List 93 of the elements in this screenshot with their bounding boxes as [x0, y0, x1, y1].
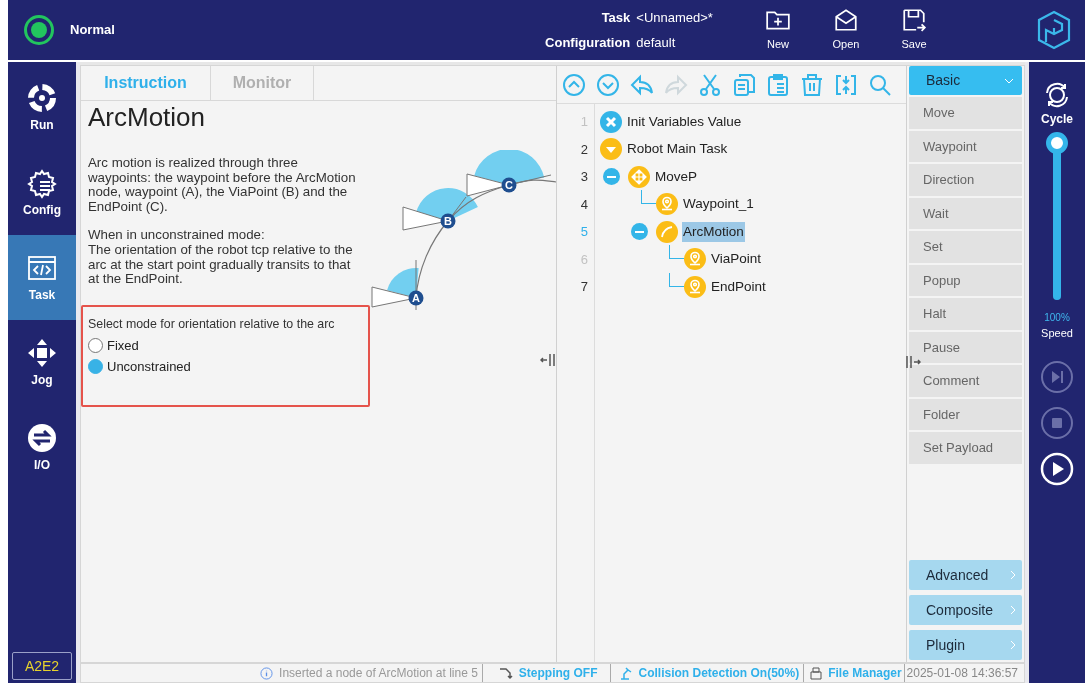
expand-right-icon[interactable] [905, 354, 921, 370]
configuration-label: Configuration [544, 34, 631, 52]
line-number: 2 [579, 140, 589, 159]
palette-item[interactable]: Direction [909, 164, 1022, 196]
description-text: Arc motion is realized through three waypoints: the waypoint before the ArcMotion node, waypoint (A), the ViaPoint (B) and the EndPoint (C). [87, 156, 357, 215]
chevron-right-icon [1010, 570, 1016, 580]
cross-icon [600, 110, 622, 133]
line-number: 3 [579, 168, 589, 186]
chevron-right-icon [1010, 605, 1016, 615]
tree-node-label[interactable]: EndPoint [710, 276, 767, 297]
palette-item[interactable]: Comment [909, 365, 1022, 397]
speed-value: 100% [1044, 311, 1070, 325]
line-number: 5 [579, 223, 589, 241]
target-icon [26, 81, 58, 114]
line-number: 7 [579, 278, 589, 296]
fold-icon[interactable] [834, 72, 858, 97]
open-button[interactable]: Open [819, 7, 873, 53]
search-icon[interactable] [868, 72, 892, 97]
category-dropdown[interactable]: Basic [909, 66, 1022, 95]
task-label: Task [600, 8, 631, 27]
palette-item[interactable]: Set Payload [909, 432, 1022, 464]
nav-item[interactable]: Task [8, 235, 76, 320]
option-group-label: Select mode for orientation relative to the arc [88, 315, 336, 333]
triangle-down-icon [600, 138, 622, 161]
save-icon [901, 7, 927, 34]
clipboard-icon[interactable] [766, 72, 790, 97]
cycle-icon [1044, 82, 1070, 108]
palette-item[interactable]: Halt [909, 298, 1022, 330]
nav-item[interactable]: I/O [8, 405, 76, 490]
tree-node-label[interactable]: Init Variables Value [626, 111, 743, 132]
location-pin-icon [684, 275, 706, 298]
palette-item[interactable]: Pause [909, 331, 1022, 363]
tree-node-label[interactable]: ViaPoint [710, 249, 763, 270]
collapse-left-icon[interactable] [540, 352, 556, 368]
location-pin-icon [656, 193, 678, 216]
undo-icon[interactable] [630, 72, 654, 97]
instruction-title: ArcMotion [87, 102, 207, 132]
description-text: When in unconstrained mode: The orientation of the robot tcp relative to the arc at the start point gradually transits to that at the EndPoint. [87, 228, 354, 287]
radio-label: Fixed [107, 337, 139, 356]
category-button[interactable]: Composite [909, 595, 1022, 625]
radio-label: Unconstrained [107, 358, 191, 377]
palette-item[interactable]: Folder [909, 398, 1022, 430]
radio-option[interactable]: Unconstrained [88, 356, 363, 378]
configuration-name: default [636, 34, 677, 52]
move-arrows-icon [628, 165, 650, 188]
radio-button[interactable] [88, 338, 103, 354]
nav-item[interactable]: Config [8, 150, 76, 235]
tree-node-label[interactable]: MoveP [654, 166, 699, 187]
chevron-right-icon [1010, 640, 1016, 650]
tree-node-label[interactable]: Robot Main Task [626, 139, 729, 160]
radio-button[interactable] [88, 359, 103, 375]
collapse-toggle[interactable] [631, 223, 648, 241]
chevron-down-icon [1004, 77, 1014, 84]
arc-diagram-drawing: A B C [370, 150, 558, 316]
save-button[interactable]: Save [887, 7, 941, 53]
trash-icon[interactable] [800, 72, 824, 97]
exchange-icon [26, 421, 58, 454]
new-button[interactable]: New [751, 7, 805, 53]
palette-item[interactable]: Popup [909, 264, 1022, 296]
scissors-icon[interactable] [698, 72, 722, 97]
location-pin-icon [684, 248, 706, 271]
palette-item[interactable]: Set [909, 231, 1022, 263]
play-button-icon[interactable] [1040, 451, 1074, 486]
category-button[interactable]: Advanced [909, 560, 1022, 590]
palette-item[interactable]: Wait [909, 197, 1022, 229]
collapse-toggle[interactable] [603, 168, 620, 186]
info-icon [260, 666, 274, 680]
envelope-icon [833, 7, 859, 34]
arc-icon [656, 220, 678, 243]
radio-option[interactable]: Fixed [88, 335, 363, 357]
chevron-up-icon[interactable] [562, 72, 586, 97]
speed-label: Speed [1041, 326, 1073, 341]
step-arrow-icon [498, 666, 513, 680]
status-clock: 2025-01-08 14:36:57 [906, 665, 1018, 682]
palette-item[interactable]: Move [909, 97, 1022, 129]
nav-item[interactable]: Jog [8, 320, 76, 405]
line-number: 4 [579, 195, 589, 214]
tree-node-label[interactable]: ArcMotion [682, 221, 745, 242]
device-code-badge: A2E2 [12, 652, 72, 680]
nav-item[interactable]: Run [8, 65, 76, 150]
robot-arm-icon [618, 666, 633, 680]
speed-slider[interactable] [1046, 132, 1068, 300]
copy-icon[interactable] [732, 72, 756, 97]
palette-item[interactable]: Waypoint [909, 130, 1022, 162]
cycle-button[interactable]: Cycle [1041, 82, 1073, 128]
tree-node-label[interactable]: Waypoint_1 [682, 194, 755, 215]
chevron-down-icon[interactable] [596, 72, 620, 97]
task-name: <Unnamed>* [636, 8, 714, 27]
category-button[interactable]: Plugin [909, 630, 1022, 660]
status-message: Inserted a node of ArcMotion at line 5 [279, 664, 483, 682]
slider-thumb[interactable] [1046, 132, 1068, 154]
usb-drive-icon [810, 666, 823, 680]
robot-state: Normal [70, 21, 115, 40]
